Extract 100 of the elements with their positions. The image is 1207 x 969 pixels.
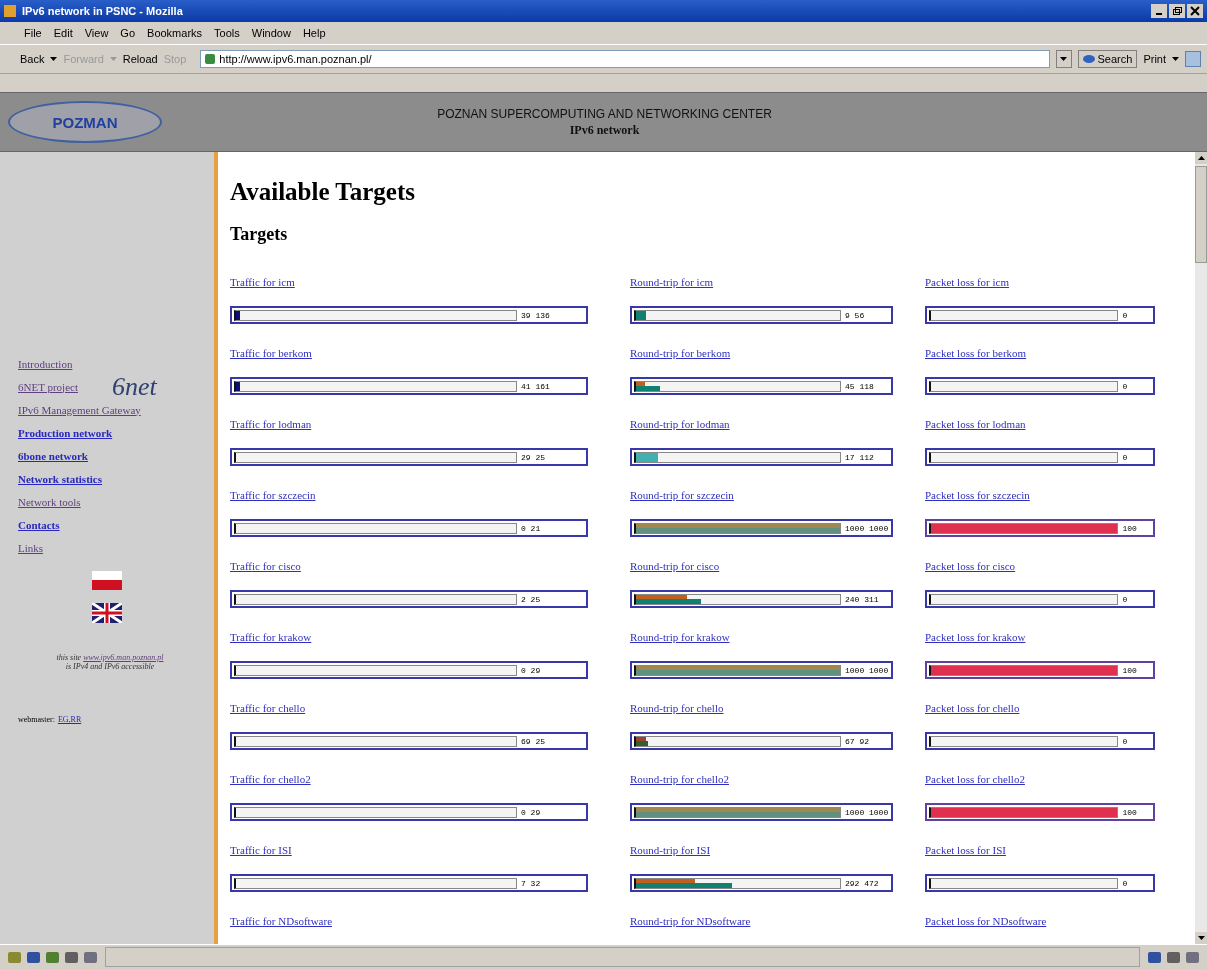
- target-link[interactable]: Packet loss for chello2: [925, 773, 1195, 787]
- meter-reading: 1000 1000: [845, 665, 889, 675]
- meter-reading: 9 56: [845, 310, 865, 320]
- dropdown-button[interactable]: [1055, 50, 1072, 68]
- target-link[interactable]: Round-trip for ISI: [630, 844, 925, 858]
- menu-item[interactable]: Tools: [214, 27, 240, 39]
- flag-icon: [92, 571, 122, 591]
- target-link[interactable]: Round-trip for lodman: [630, 418, 925, 432]
- meter-reading: 17 112: [845, 452, 874, 462]
- meter-reading: 7 32: [521, 878, 541, 888]
- target-link[interactable]: Packet loss for cisco: [925, 560, 1195, 574]
- sidebar-link[interactable]: IPv6 Management Gateway: [18, 403, 141, 416]
- target-link[interactable]: Traffic for lodman: [230, 418, 630, 432]
- site-note: this site www.ipv6.man.poznan.pl is IPv4 and IPv6 accessible: [55, 653, 165, 671]
- menu-item[interactable]: File: [24, 27, 42, 39]
- menu-item[interactable]: Edit: [53, 27, 73, 39]
- menu-item[interactable]: Bookmarks: [147, 27, 203, 39]
- meter-reading: 45 118: [845, 381, 874, 391]
- menu-item[interactable]: Go: [120, 27, 136, 39]
- page-title: Available Targets: [230, 178, 416, 206]
- webmaster-link[interactable]: EG,RR: [57, 715, 82, 724]
- down-arrow-icon: [1197, 936, 1205, 940]
- target-link[interactable]: Packet loss for chello: [925, 702, 1195, 716]
- meter-reading: 0: [1122, 878, 1128, 888]
- target-link[interactable]: Packet loss for icm: [925, 276, 1195, 290]
- target-link[interactable]: Round-trip for icm: [630, 276, 925, 290]
- meter-reading: 0 29: [521, 665, 541, 675]
- header-title: POZNAN SUPERCOMPUTING AND NETWORKING CENTER: [436, 106, 773, 121]
- status-icon[interactable]: [27, 951, 40, 963]
- target-link[interactable]: Traffic for szczecin: [230, 489, 630, 503]
- target-link[interactable]: Traffic for cisco: [230, 560, 630, 574]
- print-button[interactable]: Print: [1143, 53, 1166, 65]
- target-link[interactable]: Traffic for chello: [230, 702, 630, 716]
- meter-reading: 69 25: [521, 736, 545, 746]
- meter-reading: 100: [1122, 807, 1137, 817]
- meter-reading: 67 92: [845, 736, 869, 746]
- sidebar-link[interactable]: Network tools: [18, 495, 81, 508]
- sidebar-link[interactable]: Introduction: [18, 357, 73, 370]
- status-icon[interactable]: [46, 951, 59, 963]
- restore-button[interactable]: [1169, 4, 1185, 18]
- site-link[interactable]: www.ipv6.man.poznan.pl: [83, 653, 164, 662]
- target-link[interactable]: Traffic for NDsoftware: [230, 915, 630, 929]
- target-link[interactable]: Packet loss for berkom: [925, 347, 1195, 361]
- dropdown-arrow-icon[interactable]: [50, 54, 58, 64]
- flag-icon: [92, 603, 122, 623]
- target-link[interactable]: Packet loss for lodman: [925, 418, 1195, 432]
- minimize-icon: [1156, 13, 1162, 15]
- meter-reading: 39 136: [521, 310, 550, 320]
- target-link[interactable]: Round-trip for krakow: [630, 631, 925, 645]
- sidebar-link[interactable]: Network statistics: [18, 472, 102, 485]
- close-icon: [1190, 6, 1200, 16]
- scroll-up-button[interactable]: [1195, 152, 1207, 164]
- close-button[interactable]: [1187, 4, 1203, 18]
- meter-reading: 0 21: [521, 523, 541, 533]
- scroll-down-button[interactable]: [1195, 932, 1207, 944]
- menu-item[interactable]: Help: [302, 27, 326, 39]
- sidebar-link[interactable]: 6bone network: [18, 449, 88, 462]
- target-link[interactable]: Round-trip for chello2: [630, 773, 925, 787]
- scrollbar[interactable]: [1195, 152, 1207, 944]
- target-link[interactable]: Packet loss for ISI: [925, 844, 1195, 858]
- target-link[interactable]: Traffic for berkom: [230, 347, 630, 361]
- status-icon[interactable]: [1186, 951, 1199, 963]
- scroll-thumb[interactable]: [1195, 166, 1207, 263]
- sidebar-link[interactable]: 6NET project: [18, 380, 78, 393]
- target-link[interactable]: Packet loss for krakow: [925, 631, 1195, 645]
- status-icon[interactable]: [1167, 951, 1180, 963]
- target-link[interactable]: Traffic for icm: [230, 276, 630, 290]
- status-icon[interactable]: [1148, 951, 1161, 963]
- menu-item[interactable]: Window: [251, 27, 291, 39]
- minimize-button[interactable]: [1151, 4, 1167, 18]
- meter-reading: 292 472: [845, 878, 879, 888]
- meter-reading: 1000 1000: [845, 807, 889, 817]
- sidebar-link[interactable]: Contacts: [18, 518, 60, 531]
- target-link[interactable]: Traffic for krakow: [230, 631, 630, 645]
- target-link[interactable]: Round-trip for cisco: [630, 560, 925, 574]
- toolbar-button[interactable]: Back: [20, 53, 45, 65]
- status-icon[interactable]: [84, 951, 97, 963]
- status-icon[interactable]: [65, 951, 78, 963]
- target-link[interactable]: Packet loss for szczecin: [925, 489, 1195, 503]
- meter-reading: 0: [1122, 381, 1128, 391]
- target-link[interactable]: Round-trip for szczecin: [630, 489, 925, 503]
- sidebar-link[interactable]: Production network: [18, 426, 113, 439]
- target-link[interactable]: Traffic for chello2: [230, 773, 630, 787]
- meter-reading: 29 25: [521, 452, 545, 462]
- meter-reading: 2 25: [521, 594, 541, 604]
- meter-reading: 41 161: [521, 381, 550, 391]
- target-link[interactable]: Round-trip for berkom: [630, 347, 925, 361]
- up-arrow-icon: [1197, 156, 1205, 160]
- caret-icon: [1060, 57, 1067, 61]
- target-link[interactable]: Traffic for ISI: [230, 844, 630, 858]
- target-link[interactable]: Round-trip for NDsoftware: [630, 915, 925, 929]
- toolbar-button[interactable]: Reload: [122, 53, 158, 65]
- sidebar-link[interactable]: Links: [18, 541, 44, 554]
- meter-reading: 0 29: [521, 807, 541, 817]
- dropdown-arrow-icon[interactable]: [1172, 54, 1179, 64]
- address-field[interactable]: http://www.ipv6.man.poznan.pl/: [200, 50, 1050, 68]
- search-button[interactable]: Search: [1077, 50, 1138, 68]
- target-link[interactable]: Packet loss for NDsoftware: [925, 915, 1195, 929]
- menu-item[interactable]: View: [84, 27, 109, 39]
- target-link[interactable]: Round-trip for chello: [630, 702, 925, 716]
